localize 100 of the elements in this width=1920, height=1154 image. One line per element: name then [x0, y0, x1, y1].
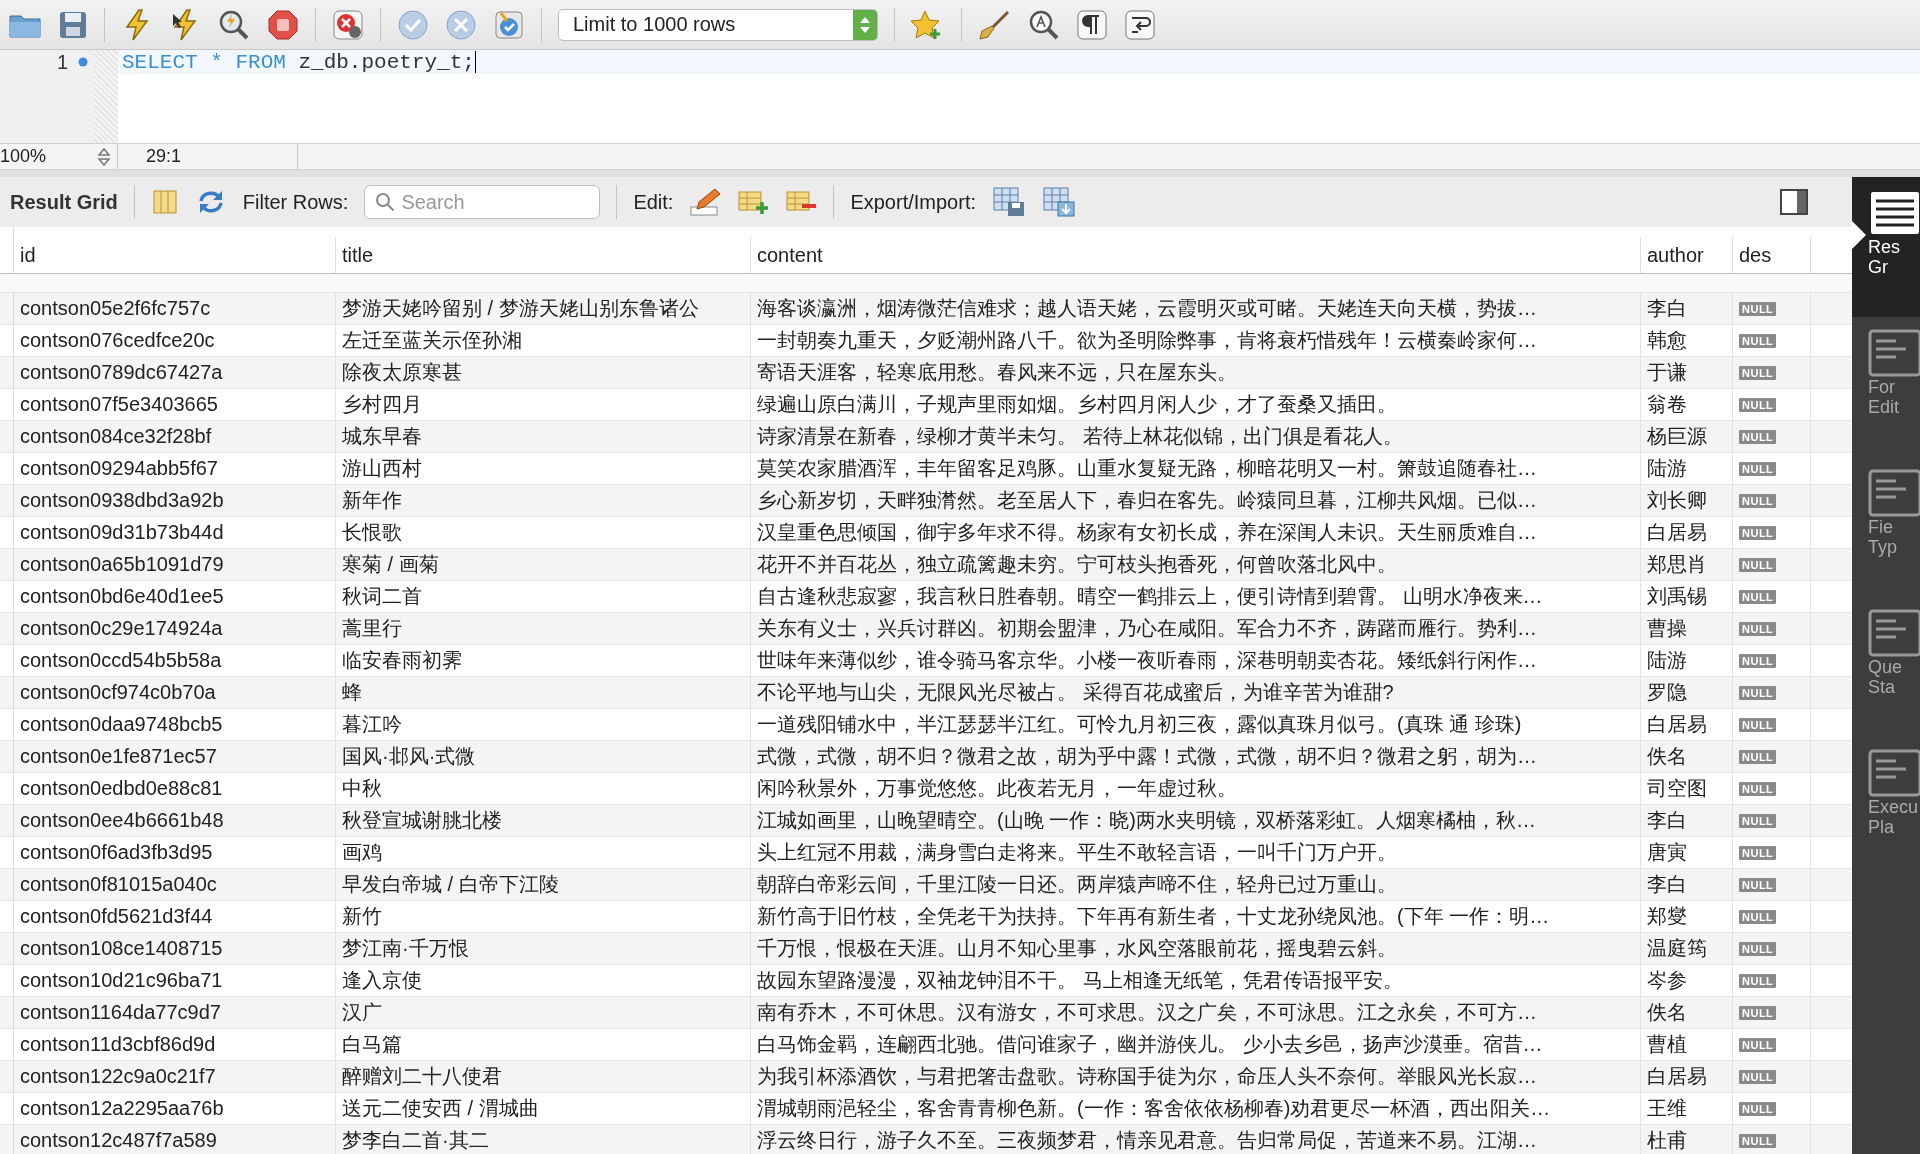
column-header[interactable]: id	[20, 243, 36, 267]
table-cell-text: 花开不并百花丛，独立疏篱趣未穷。宁可枝头抱香死，何曾吹落北风中。	[757, 552, 1397, 577]
table-cell-text: 曹操	[1647, 616, 1687, 641]
side-tab[interactable]: Res Gr	[1852, 177, 1920, 317]
import-icon[interactable]	[1042, 186, 1076, 218]
table-cell-text: 李白	[1647, 872, 1687, 897]
null-tag: NULL	[1739, 1037, 1777, 1052]
null-tag: NULL	[1739, 653, 1777, 668]
broom-icon[interactable]	[978, 8, 1012, 41]
table-cell: contson09294abb5f67	[20, 457, 218, 480]
table-cell-text: 世味年来薄似纱，谁令骑马客京华。小楼一夜听春雨，深巷明朝卖杏花。矮纸斜行闲作…	[757, 648, 1537, 673]
column-header[interactable]: author	[1647, 243, 1704, 267]
table-cell-text: 李白	[1647, 808, 1687, 833]
find-icon[interactable]	[1028, 8, 1060, 41]
table-cell-text: 海客谈瀛洲，烟涛微茫信难求；越人语天姥，云霞明灭或可睹。天姥连天向天横，势拔…	[757, 296, 1537, 321]
export-import-label: Export/Import:	[850, 190, 976, 214]
edit-label: Edit:	[633, 190, 674, 214]
stop-icon[interactable]	[267, 8, 299, 41]
table-cell-text: 千万恨，恨极在天涯。山月不知心里事，水风空落眼前花，摇曳碧云斜。	[757, 936, 1397, 961]
table-cell: contson1164da77c9d7	[20, 1001, 221, 1024]
table-cell-text: 关东有义士，兴兵讨群凶。初期会盟津，乃心在咸阳。军合力不齐，踌躇而雁行。势利…	[757, 616, 1537, 641]
error-toggle-icon[interactable]	[332, 8, 364, 41]
table-cell-text: 刘长卿	[1647, 488, 1707, 513]
table-cell: contson0a65b1091d79	[20, 553, 224, 576]
table-cell-text: 寄语天涯客，轻寒底用愁。春风来不远，只在屋东头。	[757, 360, 1237, 385]
grid-icon	[1868, 189, 1920, 237]
search-icon	[375, 192, 396, 212]
export-icon[interactable]	[992, 186, 1026, 218]
table-cell-text: 乡村四月	[342, 392, 422, 417]
null-tag: NULL	[1739, 589, 1777, 604]
column-header[interactable]: content	[757, 243, 823, 267]
null-tag: NULL	[1739, 1069, 1777, 1084]
pilcrow-icon[interactable]	[1076, 8, 1108, 41]
null-tag: NULL	[1739, 685, 1777, 700]
table-cell: contson122c9a0c21f7	[20, 1065, 216, 1088]
side-tab[interactable]: For Edit	[1852, 317, 1920, 457]
table-cell: contson07f5e3403665	[20, 393, 218, 416]
table-cell: contson0ee4b6661b48	[20, 809, 224, 832]
table-cell-text: 秋登宣城谢朓北楼	[342, 808, 502, 833]
commit-check-icon[interactable]	[397, 8, 429, 41]
table-cell-text: 杜甫	[1647, 1128, 1687, 1153]
save-icon[interactable]	[58, 9, 88, 40]
side-tab[interactable]: Execu Pla	[1852, 737, 1920, 877]
null-tag: NULL	[1739, 429, 1777, 444]
null-tag: NULL	[1739, 749, 1777, 764]
null-tag: NULL	[1739, 525, 1777, 540]
line-number: 1	[56, 50, 68, 74]
table-cell: contson10d21c96ba71	[20, 969, 223, 992]
table-cell-text: 司空图	[1647, 776, 1707, 801]
table-cell-text: 陆游	[1647, 456, 1687, 481]
table-cell: contson0f6ad3fb3d95	[20, 841, 213, 864]
table-cell-text: 诗家清景在新春，绿柳才黄半未匀。 若待上林花似锦，出门俱是看花人。	[757, 424, 1403, 449]
table-cell-text: 韩愈	[1647, 328, 1687, 353]
side-tab[interactable]: Fie Typ	[1852, 457, 1920, 597]
table-cell-text: 罗隐	[1647, 680, 1687, 705]
table-cell-text: 头上红冠不用裁，满身雪白走将来。平生不敢轻言语，一叫千门万户开。	[757, 840, 1397, 865]
word-wrap-icon[interactable]	[1124, 8, 1156, 41]
table-cell-text: 郑思肖	[1647, 552, 1707, 577]
table-cell-text: 汉广	[342, 1000, 382, 1025]
add-row-icon[interactable]	[737, 188, 770, 216]
edit-pencil-icon[interactable]	[689, 187, 722, 217]
null-tag: NULL	[1739, 1005, 1777, 1020]
sql-editor[interactable]: 1 SELECT * FROM z_db.poetry_t;	[0, 50, 1920, 143]
stepper-icon[interactable]	[97, 145, 111, 168]
table-cell-text: 于谦	[1647, 360, 1687, 385]
table-cell: contson0938dbd3a92b	[20, 489, 224, 512]
table-cell: contson076cedfce20c	[20, 329, 215, 352]
table-cell-text: 国风·邶风·式微	[342, 744, 476, 769]
table-cell-text: 左迁至蓝关示侄孙湘	[342, 328, 522, 353]
column-header[interactable]: des	[1739, 243, 1772, 267]
null-tag: NULL	[1739, 333, 1777, 348]
table-cell-text: 游山西村	[342, 456, 422, 481]
panel-toggle-icon[interactable]	[1780, 189, 1808, 215]
rollback-x-icon[interactable]	[445, 8, 477, 41]
table-cell-text: 陆游	[1647, 648, 1687, 673]
table-cell-text: 杨巨源	[1647, 424, 1707, 449]
table-cell-text: 岑参	[1647, 968, 1687, 993]
null-tag: NULL	[1739, 621, 1777, 636]
table-cell-text: 逢入京使	[342, 968, 422, 993]
table-cell-text: 佚名	[1647, 1000, 1687, 1025]
column-header[interactable]: title	[342, 243, 374, 267]
zoom-level[interactable]: 100%	[0, 146, 47, 167]
table-cell-text: 白马篇	[342, 1032, 402, 1057]
table-cell-text: 白居易	[1647, 712, 1707, 737]
table-cell-text: 绿遍山原白满川，子规声里雨如烟。乡村四月闲人少，才了蚕桑又插田。	[757, 392, 1397, 417]
null-tag: NULL	[1739, 301, 1777, 316]
row-limit-dropdown[interactable]: Limit to 1000 rows	[558, 8, 878, 41]
table-cell-text: 醉赠刘二十八使君	[342, 1064, 502, 1089]
table-cell-text: 蒿里行	[342, 616, 402, 641]
autocommit-toggle-icon[interactable]	[493, 8, 525, 41]
null-tag: NULL	[1739, 365, 1777, 380]
table-cell-text: 新竹高于旧竹枝，全凭老干为扶持。下年再有新生者，十丈龙孙绕凤池。(下年 一作：明…	[757, 904, 1550, 929]
table-cell-text: 王维	[1647, 1096, 1687, 1121]
code-line[interactable]: SELECT * FROM z_db.poetry_t;	[118, 50, 476, 74]
table-cell-text: 汉皇重色思倾国，御宇多年求不得。杨家有女初长成，养在深闺人未识。天生丽质难自…	[757, 520, 1537, 545]
table-cell: contson0789dc67427a	[20, 361, 223, 384]
table-cell-text: 临安春雨初霁	[342, 648, 462, 673]
table-cell-text: 秋词二首	[342, 584, 422, 609]
null-tag: NULL	[1739, 781, 1777, 796]
side-tab[interactable]: Que Sta	[1852, 597, 1920, 737]
